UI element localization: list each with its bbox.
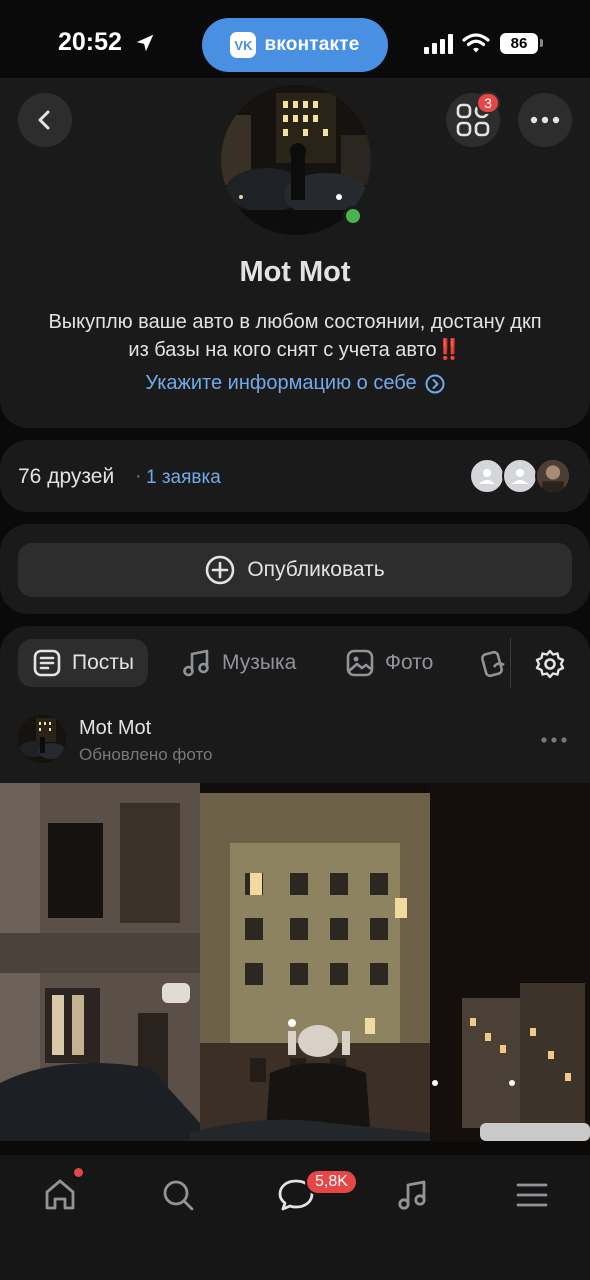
nav-music[interactable] [390, 1173, 434, 1217]
vk-logo-icon: VK [230, 32, 257, 58]
online-indicator [343, 206, 363, 226]
battery-tip [540, 39, 543, 47]
friends-count[interactable]: 76 друзей [18, 465, 114, 489]
post-author-avatar[interactable] [18, 715, 66, 763]
home-notification-dot [74, 1168, 83, 1177]
music-icon [183, 649, 209, 677]
home-icon [45, 1179, 75, 1210]
wifi-icon [462, 33, 490, 53]
nav-menu[interactable] [510, 1173, 554, 1217]
friend-avatar[interactable] [535, 458, 571, 494]
location-arrow-icon [136, 34, 154, 52]
ellipsis-icon [541, 737, 567, 743]
music-icon [398, 1180, 426, 1210]
post-photo[interactable] [0, 783, 590, 1155]
cellular-signal-icon [424, 34, 453, 54]
chevron-right-circle-icon [425, 374, 445, 393]
post-avatar-photo [18, 715, 66, 763]
messages-badge: 5,8K [305, 1169, 358, 1195]
add-about-info-link[interactable]: Укажите информацию о себе [0, 372, 590, 395]
nav-search[interactable] [156, 1173, 200, 1217]
plus-circle-icon [206, 555, 235, 585]
clips-icon [481, 650, 505, 678]
tab-posts[interactable]: Посты [18, 639, 148, 687]
back-button[interactable] [18, 93, 72, 147]
vk-app-pill[interactable]: VK вконтакте [202, 18, 388, 72]
battery-indicator: 86 [500, 33, 538, 54]
photo-icon [346, 649, 374, 677]
status-bar: 20:52 VK вконтакте 86 [0, 0, 590, 90]
profile-status-text: Выкуплю ваше авто в любом состоянии, дос… [48, 311, 542, 361]
posts-icon [33, 649, 61, 677]
friends-separator: · [135, 465, 142, 487]
chevron-left-icon [38, 110, 50, 130]
friend-avatar-placeholder[interactable] [502, 458, 538, 494]
tab-clips[interactable] [466, 639, 526, 687]
post-author-name[interactable]: Mot Mot [79, 717, 151, 740]
friend-avatar-photo [537, 460, 569, 492]
gear-icon [535, 649, 565, 679]
post-subtitle: Обновлено фото [79, 745, 213, 764]
profile-name: Mot Mot [239, 256, 351, 288]
friend-avatar-placeholder[interactable] [469, 458, 505, 494]
tab-music-label: Музыка [222, 651, 297, 674]
bottom-tab-bar: 5,8K [0, 1155, 590, 1280]
publish-label: Опубликовать [247, 558, 385, 581]
profile-header-card: 3 Mot Mot Выкуплю ваше авто в любом сост… [0, 78, 590, 428]
user-icon [479, 469, 495, 484]
publish-button[interactable]: Опубликовать [18, 543, 572, 597]
apps-notification-badge: 3 [476, 92, 500, 114]
tab-photos[interactable]: Фото [331, 639, 447, 687]
search-icon [163, 1180, 194, 1211]
tab-photos-label: Фото [385, 651, 434, 674]
settings-button[interactable] [532, 646, 568, 682]
tabs-divider [510, 638, 511, 688]
publish-card: Опубликовать [0, 524, 590, 614]
friends-card[interactable]: 76 друзей · 1 заявка [0, 440, 590, 512]
ellipsis-icon [530, 116, 560, 124]
post-more-button[interactable] [540, 730, 568, 750]
night-street-photo [0, 783, 590, 1155]
clock: 20:52 [58, 28, 122, 56]
vk-pill-label: вконтакте [264, 34, 360, 55]
about-link-label: Укажите информацию о себе [145, 372, 417, 394]
menu-icon [516, 1183, 548, 1207]
tab-music[interactable]: Музыка [166, 639, 310, 687]
nav-home[interactable] [38, 1173, 82, 1217]
user-icon [512, 469, 528, 484]
tab-posts-label: Посты [72, 651, 134, 674]
friend-requests-link[interactable]: 1 заявка [146, 467, 221, 489]
more-options-button[interactable] [518, 93, 572, 147]
